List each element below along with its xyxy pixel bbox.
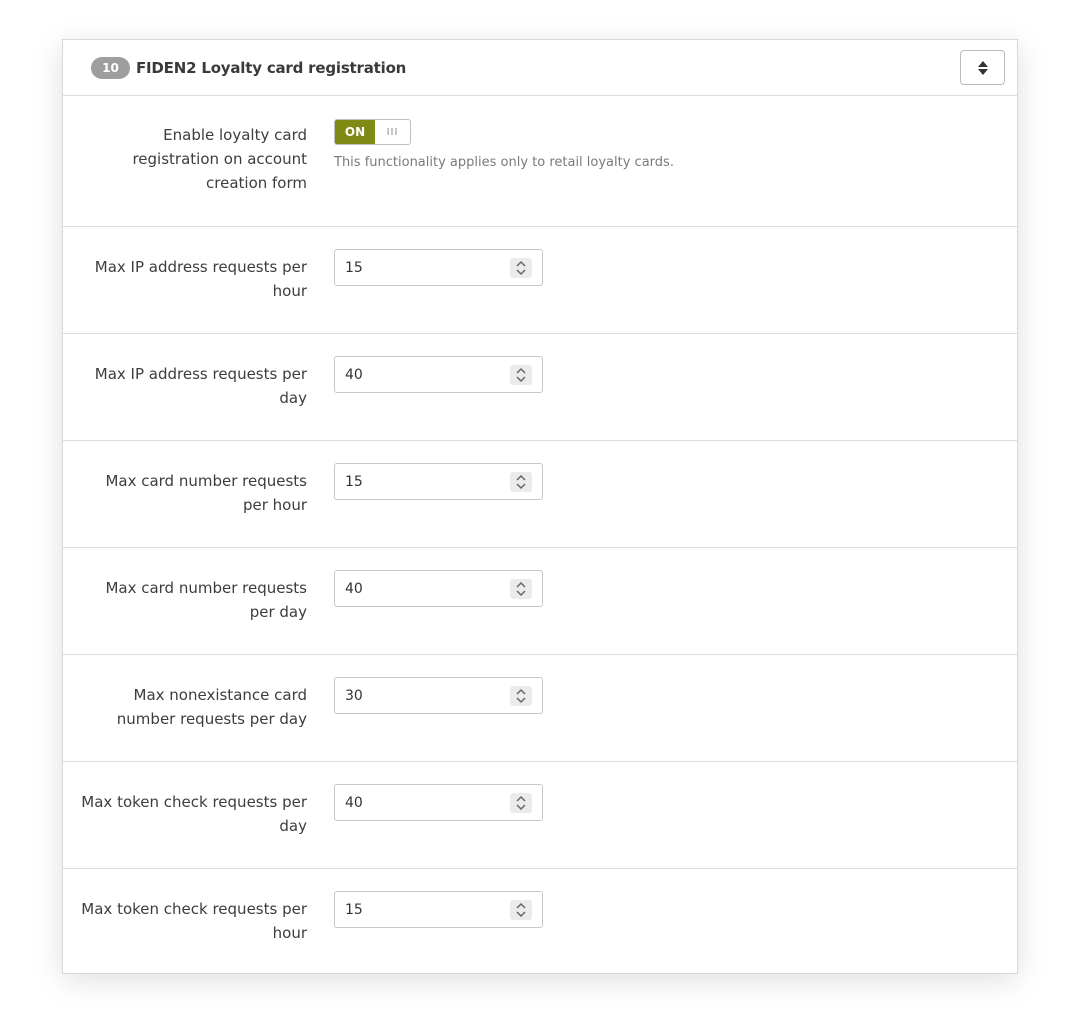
max-nonexistent-card-requests-day-input[interactable]: 30 — [334, 677, 543, 714]
field-label: Max token check requests per day — [81, 793, 307, 835]
panel-header: 10 FIDEN2 Loyalty card registration — [63, 40, 1017, 96]
toggle-handle-icon: III — [386, 126, 399, 138]
panel-title: FIDEN2 Loyalty card registration — [136, 58, 407, 77]
input-value: 15 — [345, 901, 363, 918]
sort-icon — [977, 60, 988, 75]
max-ip-requests-day-input[interactable]: 40 — [334, 356, 543, 393]
help-text: This functionality applies only to retai… — [334, 155, 674, 170]
input-value: 40 — [345, 794, 363, 811]
sort-button[interactable] — [960, 50, 1005, 85]
spinner-icon[interactable] — [510, 365, 532, 385]
max-ip-requests-hour-input[interactable]: 15 — [334, 249, 543, 286]
input-value: 15 — [345, 473, 363, 490]
max-card-requests-hour-input[interactable]: 15 — [334, 463, 543, 500]
field-label: Max nonexistance card number requests pe… — [116, 686, 307, 728]
spinner-icon[interactable] — [510, 258, 532, 278]
input-value: 15 — [345, 259, 363, 276]
max-token-requests-hour-input[interactable]: 15 — [334, 891, 543, 928]
spinner-icon[interactable] — [510, 579, 532, 599]
spinner-icon[interactable] — [510, 793, 532, 813]
field-label: Max card number requests per day — [105, 579, 307, 621]
toggle-control: ON III This functionality applies only t… — [334, 119, 674, 170]
field-label: Enable loyalty card registration on acco… — [132, 126, 307, 192]
spinner-icon[interactable] — [510, 900, 532, 920]
form-row-max-token-requests-day: Max token check requests per day 40 — [63, 762, 1017, 869]
input-value: 40 — [345, 366, 363, 383]
spinner-icon[interactable] — [510, 686, 532, 706]
form-row-max-token-requests-hour: Max token check requests per hour 15 — [63, 869, 1017, 974]
input-value: 40 — [345, 580, 363, 597]
form-row-max-card-requests-day: Max card number requests per day 40 — [63, 548, 1017, 655]
toggle-on-label: ON — [335, 120, 375, 144]
section-number-badge: 10 — [91, 56, 130, 79]
field-label: Max card number requests per hour — [105, 472, 307, 514]
max-card-requests-day-input[interactable]: 40 — [334, 570, 543, 607]
enable-registration-toggle[interactable]: ON III — [334, 119, 411, 145]
spinner-icon[interactable] — [510, 472, 532, 492]
form-row-max-card-requests-hour: Max card number requests per hour 15 — [63, 441, 1017, 548]
field-label: Max token check requests per hour — [81, 900, 307, 942]
form-row-enable-registration: Enable loyalty card registration on acco… — [63, 96, 1017, 227]
form-row-max-nonexistent-card-requests-day: Max nonexistance card number requests pe… — [63, 655, 1017, 762]
form-row-max-ip-requests-day: Max IP address requests per day 40 — [63, 334, 1017, 441]
field-label: Max IP address requests per hour — [94, 258, 307, 300]
form-row-max-ip-requests-hour: Max IP address requests per hour 15 — [63, 227, 1017, 334]
input-value: 30 — [345, 687, 363, 704]
field-label: Max IP address requests per day — [94, 365, 307, 407]
max-token-requests-day-input[interactable]: 40 — [334, 784, 543, 821]
loyalty-settings-panel: 10 FIDEN2 Loyalty card registration Enab… — [62, 39, 1018, 974]
